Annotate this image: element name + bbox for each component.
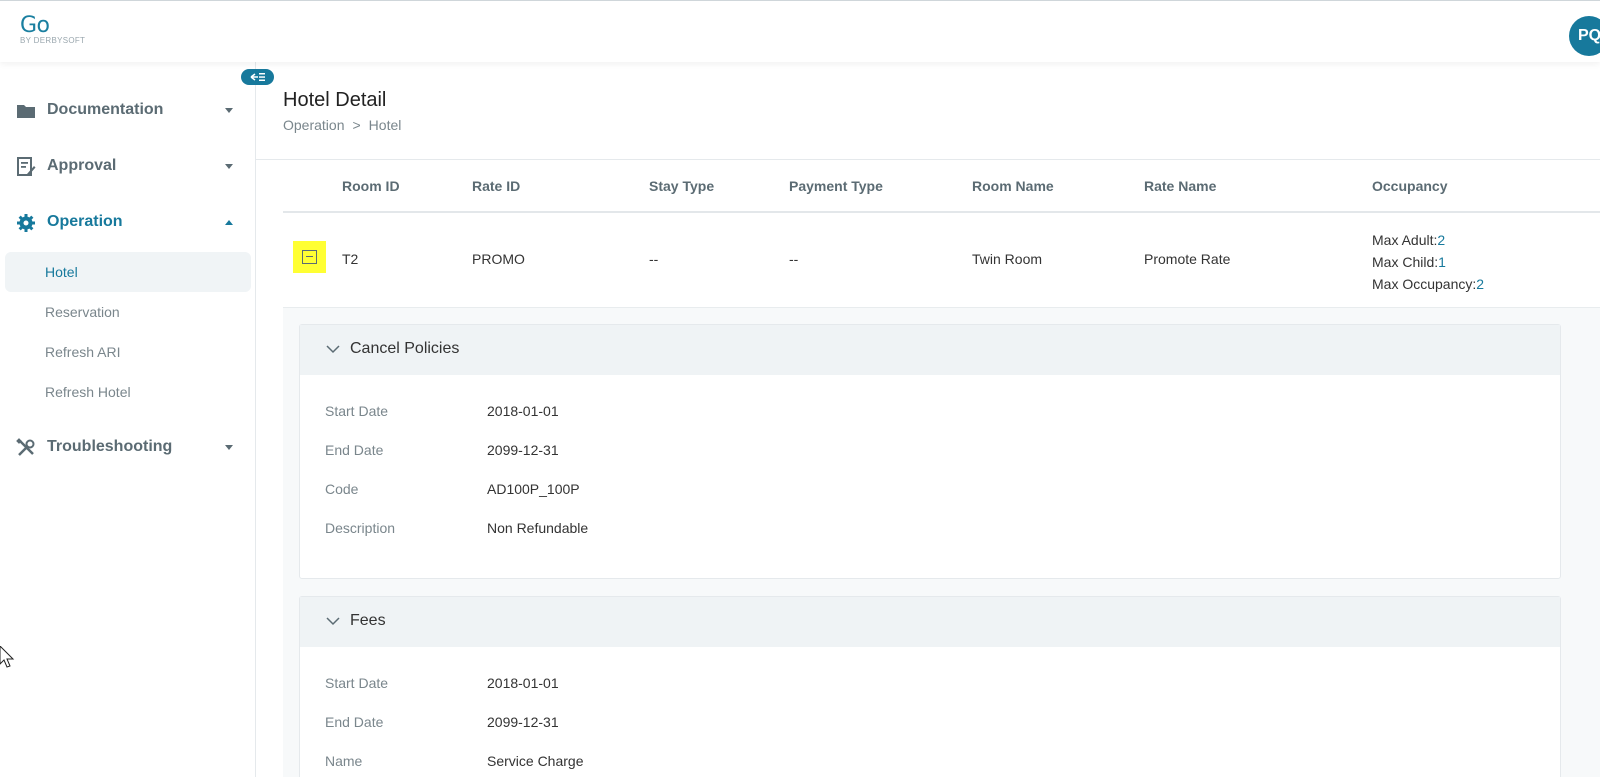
- breadcrumb: Operation > Hotel: [283, 117, 401, 133]
- logo[interactable]: Go BY DERBYSOFT: [20, 13, 85, 45]
- max-adult: Max Adult:2: [1372, 229, 1484, 251]
- field-label: Name: [325, 753, 363, 769]
- cell-payment-type: --: [789, 251, 799, 267]
- field-label: End Date: [325, 714, 384, 730]
- cell-rate-id: PROMO: [472, 251, 525, 267]
- field-value: AD100P_100P: [487, 481, 580, 497]
- cell-rate-name: Promote Rate: [1144, 251, 1231, 267]
- cell-stay-type: --: [649, 251, 659, 267]
- max-adult-value: 2: [1437, 232, 1446, 248]
- main-content: Hotel Detail Operation > Hotel Room ID Rat…: [256, 62, 1600, 777]
- chevron-down-icon: [225, 164, 233, 169]
- cancel-policies-title: Cancel Policies: [350, 340, 460, 357]
- chevron-down-icon: [326, 345, 340, 354]
- chevron-down-icon: [225, 445, 233, 450]
- folder-icon: [17, 105, 35, 118]
- cancel-policies-header[interactable]: Cancel Policies: [300, 325, 1560, 375]
- sidebar: Documentation Approval Operation Hotel R…: [0, 62, 274, 777]
- top-bar: Go BY DERBYSOFT PQ: [0, 0, 1600, 62]
- column-header-room-name: Room Name: [972, 178, 1054, 194]
- max-child-label: Max Child:: [1372, 254, 1439, 270]
- page-title: Hotel Detail: [283, 89, 387, 111]
- fees-header[interactable]: Fees: [300, 597, 1560, 647]
- sidebar-item-label: Documentation: [47, 101, 164, 118]
- field-value: Service Charge: [487, 753, 584, 769]
- max-occupancy-label: Max Occupancy:: [1372, 276, 1477, 292]
- sidebar-item-label: Troubleshooting: [47, 438, 173, 455]
- column-header-rate-id: Rate ID: [472, 178, 521, 194]
- sidebar-subitem-label: Refresh Hotel: [45, 384, 131, 400]
- cell-room-id: T2: [342, 251, 359, 267]
- cancel-policies-panel: Cancel Policies Start Date 2018-01-01 En…: [299, 324, 1561, 579]
- logo-sub: BY DERBYSOFT: [20, 36, 86, 45]
- field-value: 2018-01-01: [487, 675, 559, 691]
- sidebar-item-documentation[interactable]: Documentation: [0, 91, 256, 131]
- field-value: Non Refundable: [487, 520, 589, 536]
- cell-room-name: Twin Room: [972, 251, 1043, 267]
- sidebar-item-label: Approval: [47, 157, 117, 174]
- field-label: Code: [325, 481, 359, 497]
- sidebar-subitem-label: Refresh ARI: [45, 344, 121, 360]
- breadcrumb-operation[interactable]: Operation: [283, 117, 344, 133]
- sidebar-item-label: Operation: [47, 213, 123, 230]
- sidebar-item-operation[interactable]: Operation: [0, 203, 256, 243]
- sidebar-subitem-hotel[interactable]: Hotel: [5, 252, 251, 292]
- column-header-room-id: Room ID: [342, 178, 400, 194]
- sidebar-collapse-button[interactable]: [241, 69, 274, 85]
- column-header-stay-type: Stay Type: [649, 178, 715, 194]
- collapse-row-button[interactable]: [293, 241, 326, 273]
- minus-icon: [302, 250, 317, 264]
- sidebar-subitem-refresh-ari[interactable]: Refresh ARI: [5, 332, 251, 372]
- fees-title: Fees: [350, 612, 386, 629]
- field-value: 2018-01-01: [487, 403, 559, 419]
- breadcrumb-hotel: Hotel: [368, 117, 402, 133]
- field-value: 2099-12-31: [487, 442, 559, 458]
- sidebar-item-troubleshooting[interactable]: Troubleshooting: [0, 428, 256, 468]
- cell-occupancy: Max Adult:2 Max Child:1 Max Occupancy:2: [1372, 229, 1484, 295]
- max-child: Max Child:1: [1372, 251, 1484, 273]
- table-header: Room ID Rate ID Stay Type Payment Type R…: [283, 160, 1600, 213]
- collapse-menu-icon: [250, 73, 265, 81]
- max-adult-label: Max Adult:: [1372, 232, 1438, 248]
- logo-main: Go: [20, 13, 50, 38]
- tools-icon: [16, 438, 35, 456]
- sidebar-subitem-refresh-hotel[interactable]: Refresh Hotel: [5, 372, 251, 412]
- field-label: Start Date: [325, 675, 389, 691]
- expanded-row-detail: Cancel Policies Start Date 2018-01-01 En…: [283, 308, 1600, 777]
- max-occupancy-value: 2: [1476, 276, 1485, 292]
- approval-icon: [17, 157, 36, 176]
- mouse-cursor-icon: [0, 646, 15, 668]
- chevron-up-icon: [225, 220, 233, 225]
- fees-panel: Fees Start Date 2018-01-01 End Date 2099…: [299, 596, 1561, 777]
- field-label: Description: [325, 520, 396, 536]
- column-header-rate-name: Rate Name: [1144, 178, 1217, 194]
- gear-icon: [17, 214, 35, 232]
- column-header-payment-type: Payment Type: [789, 178, 883, 194]
- sidebar-subitem-label: Reservation: [45, 304, 120, 320]
- column-header-occupancy: Occupancy: [1372, 178, 1448, 194]
- field-value: 2099-12-31: [487, 714, 559, 730]
- sidebar-item-approval[interactable]: Approval: [0, 147, 256, 187]
- max-occupancy: Max Occupancy:2: [1372, 273, 1484, 295]
- field-label: End Date: [325, 442, 384, 458]
- breadcrumb-separator: >: [352, 117, 361, 133]
- avatar[interactable]: PQ: [1569, 16, 1600, 56]
- sidebar-subitem-label: Hotel: [45, 264, 78, 280]
- chevron-down-icon: [326, 617, 340, 626]
- max-child-value: 1: [1438, 254, 1446, 270]
- field-label: Start Date: [325, 403, 389, 419]
- chevron-down-icon: [225, 108, 233, 113]
- table-row: T2 PROMO -- -- Twin Room Promote Rate Ma…: [283, 213, 1600, 308]
- sidebar-subitem-reservation[interactable]: Reservation: [5, 292, 251, 332]
